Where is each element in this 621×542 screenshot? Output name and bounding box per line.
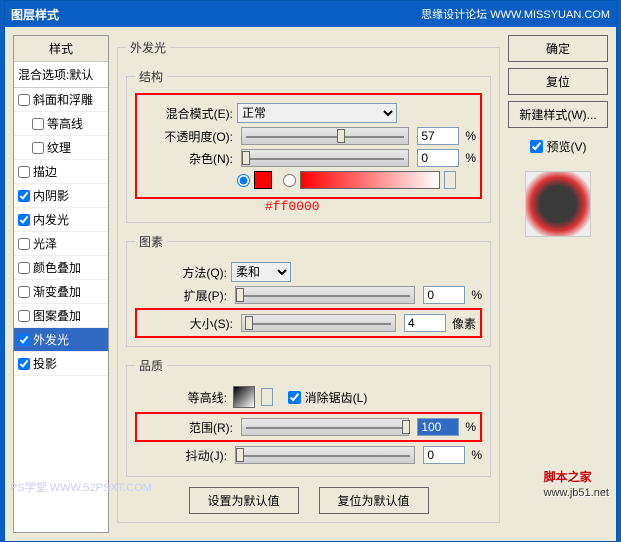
watermark: 脚本之家 www.jb51.net — [544, 461, 609, 499]
structure-highlight: 混合模式(E): 正常 不透明度(O): 57 % 杂色(N): 0 — [135, 93, 482, 199]
panel-title: 外发光 — [126, 39, 170, 56]
preview-thumbnail — [525, 171, 591, 237]
range-slider[interactable] — [241, 418, 409, 436]
quality-legend: 品质 — [135, 357, 167, 374]
range-highlight: 范围(R): 100 % — [135, 412, 482, 442]
color-solid-radio[interactable] — [237, 174, 250, 187]
jitter-slider[interactable] — [235, 446, 415, 464]
sidebar-checkbox-0[interactable] — [18, 94, 30, 106]
antialias-label: 消除锯齿(L) — [305, 389, 368, 406]
sidebar-item-4[interactable]: 内阴影 — [14, 184, 108, 208]
dialog-title: 图层样式 — [11, 6, 59, 23]
titlebar: 图层样式 思缘设计论坛 WWW.MISSYUAN.COM — [5, 1, 616, 27]
opacity-label: 不透明度(O): — [141, 128, 233, 145]
contour-dropdown[interactable] — [261, 388, 273, 406]
blend-mode-label: 混合模式(E): — [141, 105, 233, 122]
opacity-slider[interactable] — [241, 127, 409, 145]
sidebar-item-label: 光泽 — [33, 235, 57, 252]
method-select[interactable]: 柔和 — [231, 262, 291, 282]
styles-sidebar: 样式 混合选项:默认 斜面和浮雕等高线纹理描边内阴影内发光光泽颜色叠加渐变叠加图… — [13, 35, 109, 533]
preview-checkbox[interactable] — [530, 140, 543, 153]
gradient-swatch[interactable] — [300, 171, 440, 189]
sidebar-item-2[interactable]: 纹理 — [14, 136, 108, 160]
sidebar-checkbox-9[interactable] — [18, 310, 30, 322]
jitter-label: 抖动(J): — [135, 447, 227, 464]
cancel-button[interactable]: 复位 — [508, 68, 608, 95]
method-label: 方法(Q): — [135, 264, 227, 281]
noise-input[interactable]: 0 — [417, 149, 459, 167]
sidebar-checkbox-7[interactable] — [18, 262, 30, 274]
sidebar-header: 样式 — [14, 36, 108, 62]
sidebar-checkbox-6[interactable] — [18, 238, 30, 250]
blend-mode-select[interactable]: 正常 — [237, 103, 397, 123]
sidebar-item-label: 内阴影 — [33, 187, 69, 204]
sidebar-item-label: 图案叠加 — [33, 307, 81, 324]
footer-credit: PS学堂 WWW.52PSXT.COM — [10, 479, 152, 495]
size-label: 大小(S): — [141, 315, 233, 332]
size-slider[interactable] — [241, 314, 396, 332]
range-input[interactable]: 100 — [417, 418, 459, 436]
spread-slider[interactable] — [235, 286, 415, 304]
right-column: 确定 复位 新建样式(W)... 预览(V) — [508, 35, 608, 533]
range-label: 范围(R): — [141, 419, 233, 436]
color-gradient-radio[interactable] — [283, 174, 296, 187]
sidebar-item-9[interactable]: 图案叠加 — [14, 304, 108, 328]
sidebar-checkbox-11[interactable] — [18, 358, 30, 370]
sidebar-item-3[interactable]: 描边 — [14, 160, 108, 184]
sidebar-checkbox-3[interactable] — [18, 166, 30, 178]
sidebar-checkbox-5[interactable] — [18, 214, 30, 226]
contour-group: 图素 方法(Q): 柔和 扩展(P): 0 % 大小(S): — [126, 233, 491, 347]
sidebar-checkbox-2[interactable] — [32, 142, 44, 154]
spread-input[interactable]: 0 — [423, 286, 465, 304]
contour-label: 等高线: — [135, 389, 227, 406]
sidebar-checkbox-4[interactable] — [18, 190, 30, 202]
sidebar-item-5[interactable]: 内发光 — [14, 208, 108, 232]
color-swatch[interactable] — [254, 171, 272, 189]
sidebar-item-6[interactable]: 光泽 — [14, 232, 108, 256]
sidebar-item-label: 等高线 — [47, 115, 83, 132]
sidebar-item-label: 颜色叠加 — [33, 259, 81, 276]
sidebar-item-7[interactable]: 颜色叠加 — [14, 256, 108, 280]
sidebar-item-label: 纹理 — [47, 139, 71, 156]
sidebar-item-11[interactable]: 投影 — [14, 352, 108, 376]
sidebar-item-8[interactable]: 渐变叠加 — [14, 280, 108, 304]
sidebar-item-label: 内发光 — [33, 211, 69, 228]
spread-label: 扩展(P): — [135, 287, 227, 304]
preview-label: 预览(V) — [547, 138, 587, 155]
structure-legend: 结构 — [135, 68, 167, 85]
layer-style-dialog: 图层样式 思缘设计论坛 WWW.MISSYUAN.COM 样式 混合选项:默认 … — [4, 0, 617, 542]
sidebar-item-label: 描边 — [33, 163, 57, 180]
outer-glow-panel: 外发光 结构 混合模式(E): 正常 不透明度(O): 57 % — [117, 39, 500, 523]
gradient-dropdown[interactable] — [444, 171, 456, 189]
main-panel: 外发光 结构 混合模式(E): 正常 不透明度(O): 57 % — [117, 35, 500, 533]
sidebar-item-label: 斜面和浮雕 — [33, 91, 93, 108]
sidebar-item-label: 外发光 — [33, 331, 69, 348]
size-highlight: 大小(S): 4 像素 — [135, 308, 482, 338]
sidebar-item-label: 渐变叠加 — [33, 283, 81, 300]
sidebar-checkbox-10[interactable] — [18, 334, 30, 346]
structure-group: 结构 混合模式(E): 正常 不透明度(O): 57 % — [126, 68, 491, 223]
sidebar-checkbox-1[interactable] — [32, 118, 44, 130]
titlebar-credit: 思缘设计论坛 WWW.MISSYUAN.COM — [421, 6, 610, 22]
ok-button[interactable]: 确定 — [508, 35, 608, 62]
sidebar-item-label: 投影 — [33, 355, 57, 372]
noise-label: 杂色(N): — [141, 150, 233, 167]
size-input[interactable]: 4 — [404, 314, 446, 332]
sidebar-item-1[interactable]: 等高线 — [14, 112, 108, 136]
contour-legend: 图素 — [135, 233, 167, 250]
new-style-button[interactable]: 新建样式(W)... — [508, 101, 608, 128]
contour-picker[interactable] — [233, 386, 255, 408]
reset-default-button[interactable]: 复位为默认值 — [319, 487, 429, 514]
set-default-button[interactable]: 设置为默认值 — [189, 487, 299, 514]
color-code-label: #ff0000 — [265, 199, 482, 214]
antialias-checkbox[interactable] — [288, 391, 301, 404]
jitter-input[interactable]: 0 — [423, 446, 465, 464]
sidebar-checkbox-8[interactable] — [18, 286, 30, 298]
noise-slider[interactable] — [241, 149, 409, 167]
sidebar-item-0[interactable]: 斜面和浮雕 — [14, 88, 108, 112]
sidebar-item-10[interactable]: 外发光 — [14, 328, 108, 352]
opacity-input[interactable]: 57 — [417, 127, 459, 145]
sidebar-blend-options[interactable]: 混合选项:默认 — [14, 62, 108, 88]
quality-group: 品质 等高线: 消除锯齿(L) 范围(R): 100 % — [126, 357, 491, 477]
